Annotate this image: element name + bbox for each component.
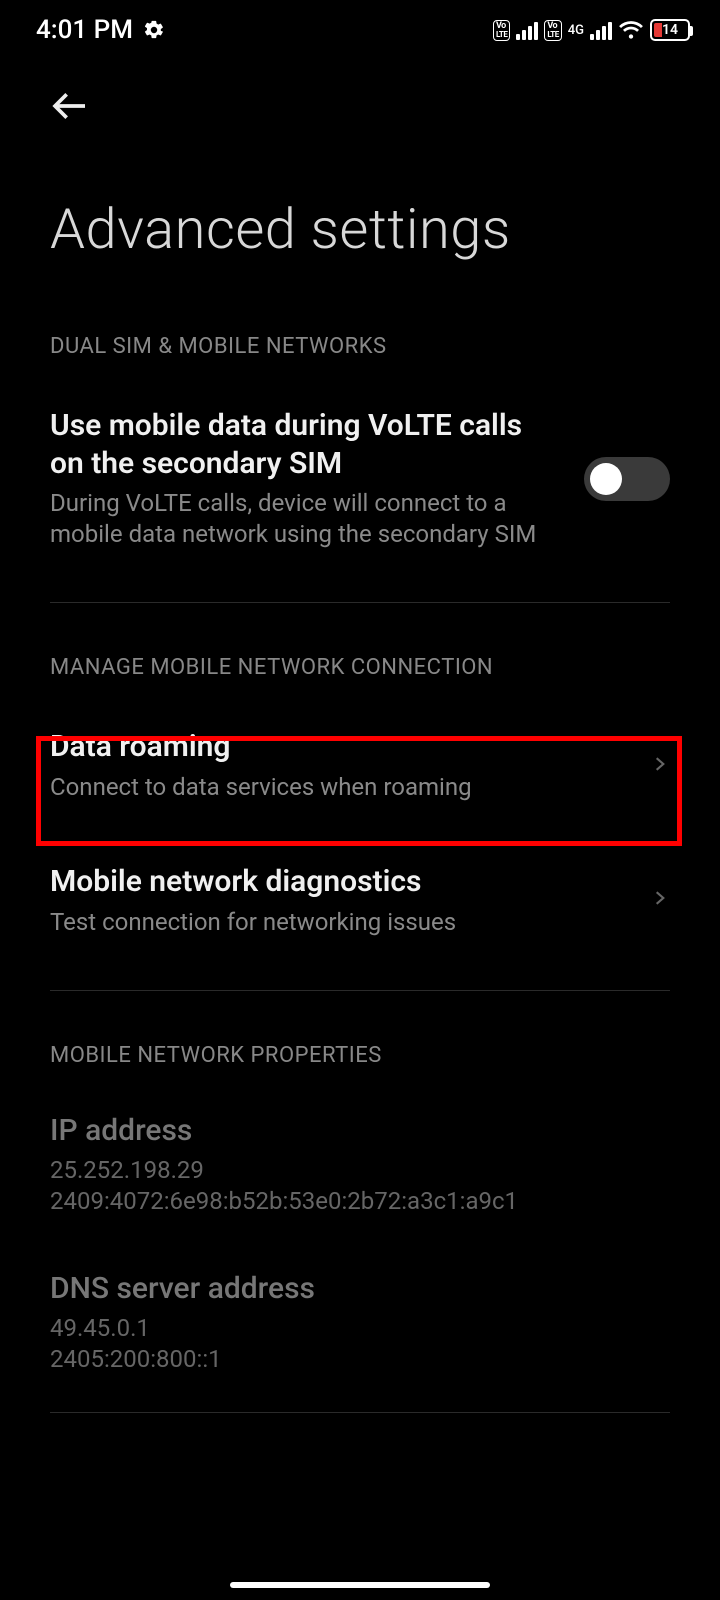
toggle-knob-icon (590, 463, 622, 495)
status-right: VoLTE VoLTE 4G 14 (493, 17, 690, 43)
dns-v6: 2405:200:800::1 (50, 1344, 670, 1375)
battery-percent: 14 (652, 22, 688, 38)
section-manage-connection: MANAGE MOBILE NETWORK CONNECTION Data ro… (0, 603, 720, 967)
chevron-right-icon (650, 754, 670, 778)
row-subtitle: Connect to data services when roaming (50, 772, 626, 803)
home-indicator[interactable] (230, 1582, 490, 1588)
header-bar (0, 60, 720, 140)
row-title: Data roaming (50, 728, 626, 766)
volte-badge-icon: VoLTE (493, 20, 510, 41)
section-header-dual-sim: DUAL SIM & MOBILE NETWORKS (50, 282, 670, 377)
network-type-label: 4G (568, 24, 584, 37)
row-subtitle: During VoLTE calls, device will connect … (50, 488, 560, 550)
signal-bars-icon (590, 20, 612, 40)
volte-toggle[interactable] (584, 457, 670, 501)
section-header-manage: MANAGE MOBILE NETWORK CONNECTION (50, 603, 670, 698)
section-header-properties: MOBILE NETWORK PROPERTIES (50, 991, 670, 1086)
page-title: Advanced settings (0, 140, 720, 282)
battery-icon: 14 (650, 19, 690, 41)
status-bar: 4:01 PM VoLTE VoLTE 4G 14 (0, 0, 720, 60)
divider (50, 1412, 670, 1413)
clock-text: 4:01 PM (36, 15, 133, 45)
status-left: 4:01 PM (36, 15, 165, 45)
gear-icon (143, 19, 165, 41)
row-dns-address: DNS server address 49.45.0.1 2405:200:80… (50, 1244, 670, 1402)
ip-v6: 2409:4072:6e98:b52b:53e0:2b72:a3c1:a9c1 (50, 1186, 670, 1217)
row-volte-secondary-sim[interactable]: Use mobile data during VoLTE calls on th… (50, 377, 670, 580)
dns-v4: 49.45.0.1 (50, 1313, 670, 1344)
row-title: IP address (50, 1112, 670, 1150)
ip-v4: 25.252.198.29 (50, 1155, 670, 1186)
signal-bars-icon (516, 20, 538, 40)
section-dual-sim: DUAL SIM & MOBILE NETWORKS Use mobile da… (0, 282, 720, 580)
chevron-right-icon (650, 888, 670, 912)
row-network-diagnostics[interactable]: Mobile network diagnostics Test connecti… (50, 833, 670, 968)
wifi-icon (618, 17, 644, 43)
row-title: DNS server address (50, 1270, 670, 1308)
row-title: Use mobile data during VoLTE calls on th… (50, 407, 560, 482)
section-network-properties: MOBILE NETWORK PROPERTIES IP address 25.… (0, 991, 720, 1402)
volte-badge-icon: VoLTE (544, 20, 561, 41)
row-data-roaming[interactable]: Data roaming Connect to data services wh… (50, 698, 670, 833)
row-subtitle: Test connection for networking issues (50, 907, 626, 938)
row-ip-address: IP address 25.252.198.29 2409:4072:6e98:… (50, 1086, 670, 1244)
back-arrow-icon[interactable] (50, 111, 90, 130)
row-title: Mobile network diagnostics (50, 863, 626, 901)
